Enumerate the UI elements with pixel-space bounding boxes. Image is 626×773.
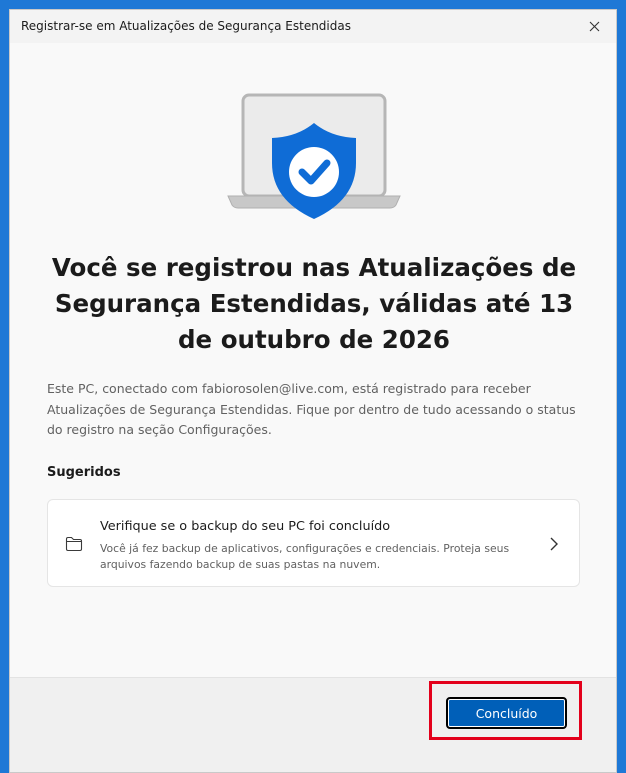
laptop-shield-check-icon [224,92,404,228]
chevron-right-icon [550,537,558,551]
folder-icon [65,536,83,552]
backup-suggestion-card[interactable]: Verifique se o backup do seu PC foi conc… [47,499,580,587]
card-description: Você já fez backup de aplicativos, confi… [100,542,510,571]
confirmation-heading: Você se registrou nas Atualizações de Se… [51,253,577,354]
window-title: Registrar-se em Atualizações de Seguranç… [21,19,351,33]
close-icon [589,21,599,32]
done-button[interactable]: Concluído [446,697,567,729]
title-bar[interactable]: Registrar-se em Atualizações de Seguranç… [10,10,616,43]
card-title: Verifique se o backup do seu PC foi conc… [100,519,391,534]
close-button[interactable] [572,10,616,43]
suggested-section-label: Sugeridos [47,465,121,480]
enrollment-dialog: Registrar-se em Atualizações de Seguranç… [9,9,617,773]
registration-description: Este PC, conectado com fabiorosolen@live… [47,381,576,437]
